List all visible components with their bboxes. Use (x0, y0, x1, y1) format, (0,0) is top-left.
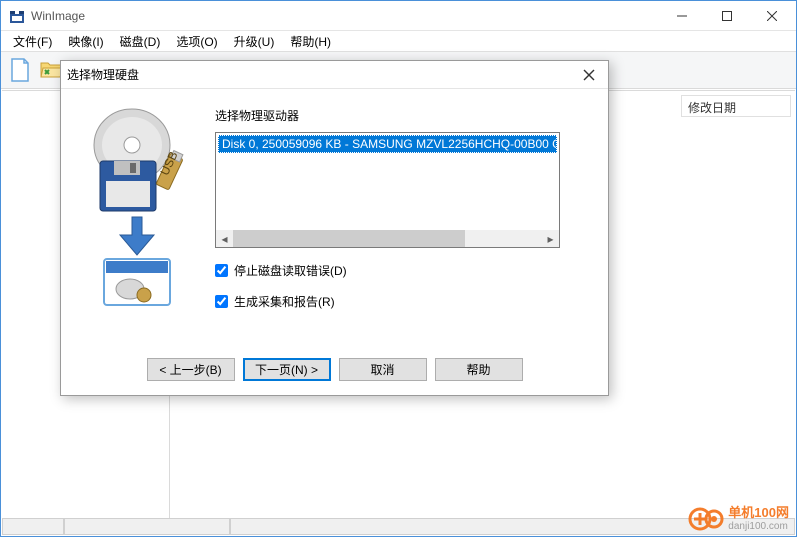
select-disk-dialog: 选择物理硬盘 USB (60, 60, 609, 396)
gen-report-label: 生成采集和报告(R) (234, 293, 335, 310)
watermark: 单机100网 danji100.com (688, 505, 789, 533)
app-icon (9, 8, 25, 24)
menu-upgrade[interactable]: 升级(U) (226, 31, 283, 52)
watermark-logo-icon (688, 505, 724, 533)
back-button[interactable]: < 上一步(B) (147, 358, 235, 381)
gen-report-checkbox[interactable] (215, 295, 228, 308)
dialog-titlebar: 选择物理硬盘 (61, 61, 608, 89)
menu-options[interactable]: 选项(O) (168, 31, 225, 52)
dialog-right: 选择物理驱动器 Disk 0, 250059096 KB - SAMSUNG M… (215, 107, 592, 310)
dialog-illustration: USB (77, 107, 197, 310)
statusbar (2, 518, 795, 535)
titlebar: WinImage (1, 1, 796, 31)
dialog-button-row: < 上一步(B) 下一页(N) > 取消 帮助 (61, 358, 608, 381)
close-button[interactable] (749, 1, 794, 30)
stop-errors-checkbox-row[interactable]: 停止磁盘读取错误(D) (215, 262, 592, 279)
scroll-thumb[interactable] (233, 230, 465, 247)
scroll-track[interactable] (233, 230, 542, 247)
watermark-line2: danji100.com (728, 521, 789, 532)
help-button[interactable]: 帮助 (435, 358, 523, 381)
disk-wizard-icon: USB (82, 107, 192, 307)
dialog-body: USB 选择物理驱动器 Disk 0, 250059096 KB - SAMSU… (61, 89, 608, 320)
status-seg-1 (2, 518, 64, 535)
stop-errors-checkbox[interactable] (215, 264, 228, 277)
window-title: WinImage (31, 9, 659, 23)
menu-help[interactable]: 帮助(H) (282, 31, 339, 52)
maximize-button[interactable] (704, 1, 749, 30)
menu-file[interactable]: 文件(F) (5, 31, 60, 52)
cancel-button[interactable]: 取消 (339, 358, 427, 381)
scroll-left-arrow[interactable]: ◂ (216, 230, 233, 247)
dialog-close-button[interactable] (576, 64, 602, 86)
menu-image[interactable]: 映像(I) (60, 31, 111, 52)
gen-report-checkbox-row[interactable]: 生成采集和报告(R) (215, 293, 592, 310)
menu-disk[interactable]: 磁盘(D) (112, 31, 169, 52)
listbox-hscrollbar[interactable]: ◂ ▸ (216, 230, 559, 247)
scroll-right-arrow[interactable]: ▸ (542, 230, 559, 247)
column-header-moddate[interactable]: 修改日期 (681, 95, 791, 117)
stop-errors-label: 停止磁盘读取错误(D) (234, 262, 347, 279)
status-seg-2 (64, 518, 230, 535)
next-button[interactable]: 下一页(N) > (243, 358, 331, 381)
watermark-line1: 单机100网 (728, 506, 789, 520)
drive-list-item[interactable]: Disk 0, 250059096 KB - SAMSUNG MZVL2256H… (218, 135, 557, 153)
new-document-icon[interactable] (5, 55, 35, 85)
menubar: 文件(F) 映像(I) 磁盘(D) 选项(O) 升级(U) 帮助(H) (1, 31, 796, 51)
drive-list-label: 选择物理驱动器 (215, 107, 592, 124)
minimize-button[interactable] (659, 1, 704, 30)
drive-listbox[interactable]: Disk 0, 250059096 KB - SAMSUNG MZVL2256H… (215, 132, 560, 248)
dialog-title: 选择物理硬盘 (67, 66, 576, 83)
window-buttons (659, 1, 794, 30)
